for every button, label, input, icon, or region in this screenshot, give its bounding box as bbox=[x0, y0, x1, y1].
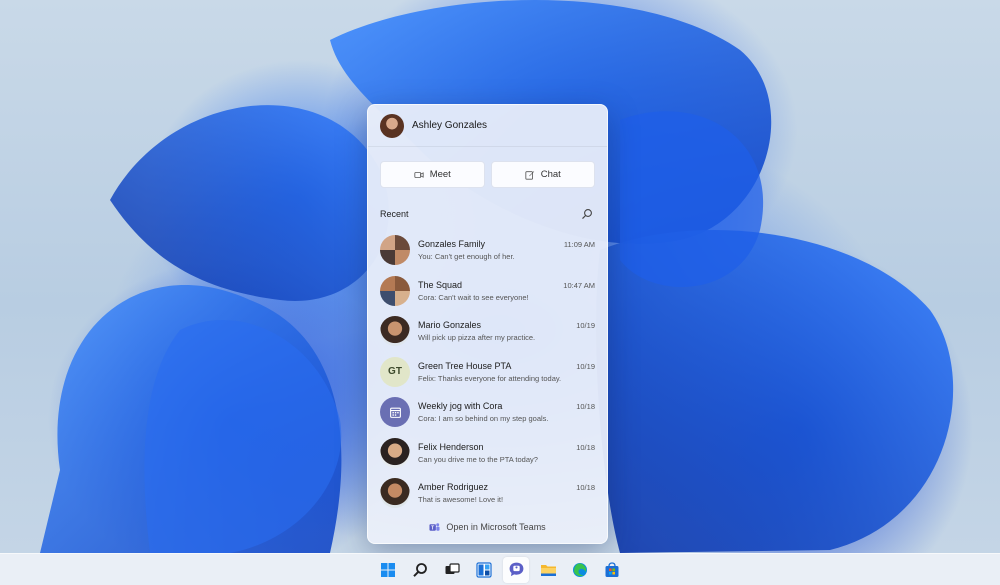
start-button[interactable] bbox=[375, 557, 401, 583]
profile-name: Ashley Gonzales bbox=[412, 120, 488, 131]
meet-button[interactable]: Meet bbox=[380, 161, 485, 188]
chat-name: Gonzales Family bbox=[418, 239, 486, 250]
recent-chat-list: Gonzales Family 11:09 AM You: Can't get … bbox=[368, 230, 607, 514]
chat-name: Felix Henderson bbox=[418, 441, 484, 452]
user-avatar bbox=[380, 437, 410, 468]
task-view-icon bbox=[445, 562, 460, 574]
chat-name: The Squad bbox=[418, 279, 463, 290]
taskbar bbox=[0, 553, 1000, 585]
video-camera-icon bbox=[414, 171, 424, 178]
taskbar-search-icon bbox=[413, 562, 427, 577]
edge-icon bbox=[573, 562, 587, 577]
teams-chat-flyout: Ashley Gonzales Meet Chat Recent Gonzale… bbox=[367, 104, 608, 544]
widgets-button[interactable] bbox=[471, 557, 497, 583]
chat-preview: Cora: Can't wait to see everyone! bbox=[418, 292, 529, 302]
chat-item-felix-henderson[interactable]: Felix Henderson 10/18 Can you drive me t… bbox=[368, 433, 607, 474]
search-icon[interactable] bbox=[581, 208, 593, 220]
chat-time: 10/18 bbox=[576, 402, 595, 412]
calendar-icon bbox=[389, 407, 401, 418]
recent-header: Recent bbox=[368, 188, 607, 220]
chat-item-the-squad[interactable]: The Squad 10:47 AM Cora: Can't wait to s… bbox=[368, 271, 607, 312]
initials-avatar: GT bbox=[380, 356, 410, 387]
group-avatar bbox=[380, 235, 410, 266]
chat-time: 10/18 bbox=[576, 442, 595, 452]
chat-name: Green Tree House PTA bbox=[418, 360, 512, 371]
chat-time: 10/18 bbox=[576, 483, 595, 493]
chat-item-weekly-jog[interactable]: Weekly jog with Cora 10/18 Cora: I am so… bbox=[368, 392, 607, 433]
store-button[interactable] bbox=[599, 557, 625, 583]
start-icon bbox=[381, 562, 395, 577]
chat-name: Amber Rodriguez bbox=[418, 482, 489, 493]
chat-item-green-tree-house-pta[interactable]: GT Green Tree House PTA 10/19 Felix: Tha… bbox=[368, 352, 607, 393]
open-in-teams-link[interactable]: T Open in Microsoft Teams bbox=[368, 511, 607, 543]
chat-preview: Will pick up pizza after my practice. bbox=[418, 333, 536, 343]
chat-item-amber-rodriguez[interactable]: Amber Rodriguez 10/18 That is awesome! L… bbox=[368, 473, 607, 514]
user-avatar bbox=[380, 316, 410, 347]
action-buttons: Meet Chat bbox=[368, 147, 607, 188]
store-icon bbox=[605, 561, 619, 577]
flyout-header: Ashley Gonzales bbox=[368, 105, 607, 147]
chat-item-mario-gonzales[interactable]: Mario Gonzales 10/19 Will pick up pizza … bbox=[368, 311, 607, 352]
group-avatar bbox=[380, 275, 410, 306]
user-avatar bbox=[380, 478, 410, 509]
compose-icon bbox=[525, 170, 534, 180]
chat-time: 10/19 bbox=[576, 321, 595, 331]
chat-preview: You: Can't get enough of her. bbox=[418, 252, 515, 262]
chat-name: Mario Gonzales bbox=[418, 320, 482, 331]
file-explorer-icon bbox=[540, 564, 556, 576]
chat-preview: That is awesome! Love it! bbox=[418, 495, 504, 505]
chat-time: 10/19 bbox=[576, 361, 595, 371]
chat-preview: Felix: Thanks everyone for attending tod… bbox=[418, 373, 562, 383]
chat-preview: Can you drive me to the PTA today? bbox=[418, 454, 538, 464]
chat-icon bbox=[509, 562, 523, 577]
chat-time: 10:47 AM bbox=[563, 280, 595, 290]
profile-avatar[interactable] bbox=[380, 113, 404, 138]
chat-taskbar-button[interactable] bbox=[503, 556, 529, 583]
search-button[interactable] bbox=[407, 557, 433, 583]
chat-label: Chat bbox=[540, 169, 561, 180]
chat-item-gonzales-family[interactable]: Gonzales Family 11:09 AM You: Can't get … bbox=[368, 230, 607, 271]
chat-preview: Cora: I am so behind on my step goals. bbox=[418, 414, 549, 424]
chat-name: Weekly jog with Cora bbox=[418, 401, 503, 412]
task-view-button[interactable] bbox=[439, 557, 465, 583]
meet-label: Meet bbox=[429, 169, 451, 180]
widgets-icon bbox=[476, 561, 492, 578]
recent-label: Recent bbox=[380, 209, 409, 219]
file-explorer-button[interactable] bbox=[535, 557, 561, 583]
teams-icon: T bbox=[429, 522, 440, 531]
chat-button[interactable]: Chat bbox=[490, 161, 595, 188]
open-in-teams-label: Open in Microsoft Teams bbox=[446, 522, 546, 532]
edge-button[interactable] bbox=[567, 557, 593, 583]
chat-time: 11:09 AM bbox=[563, 240, 595, 250]
meeting-avatar bbox=[380, 397, 410, 428]
